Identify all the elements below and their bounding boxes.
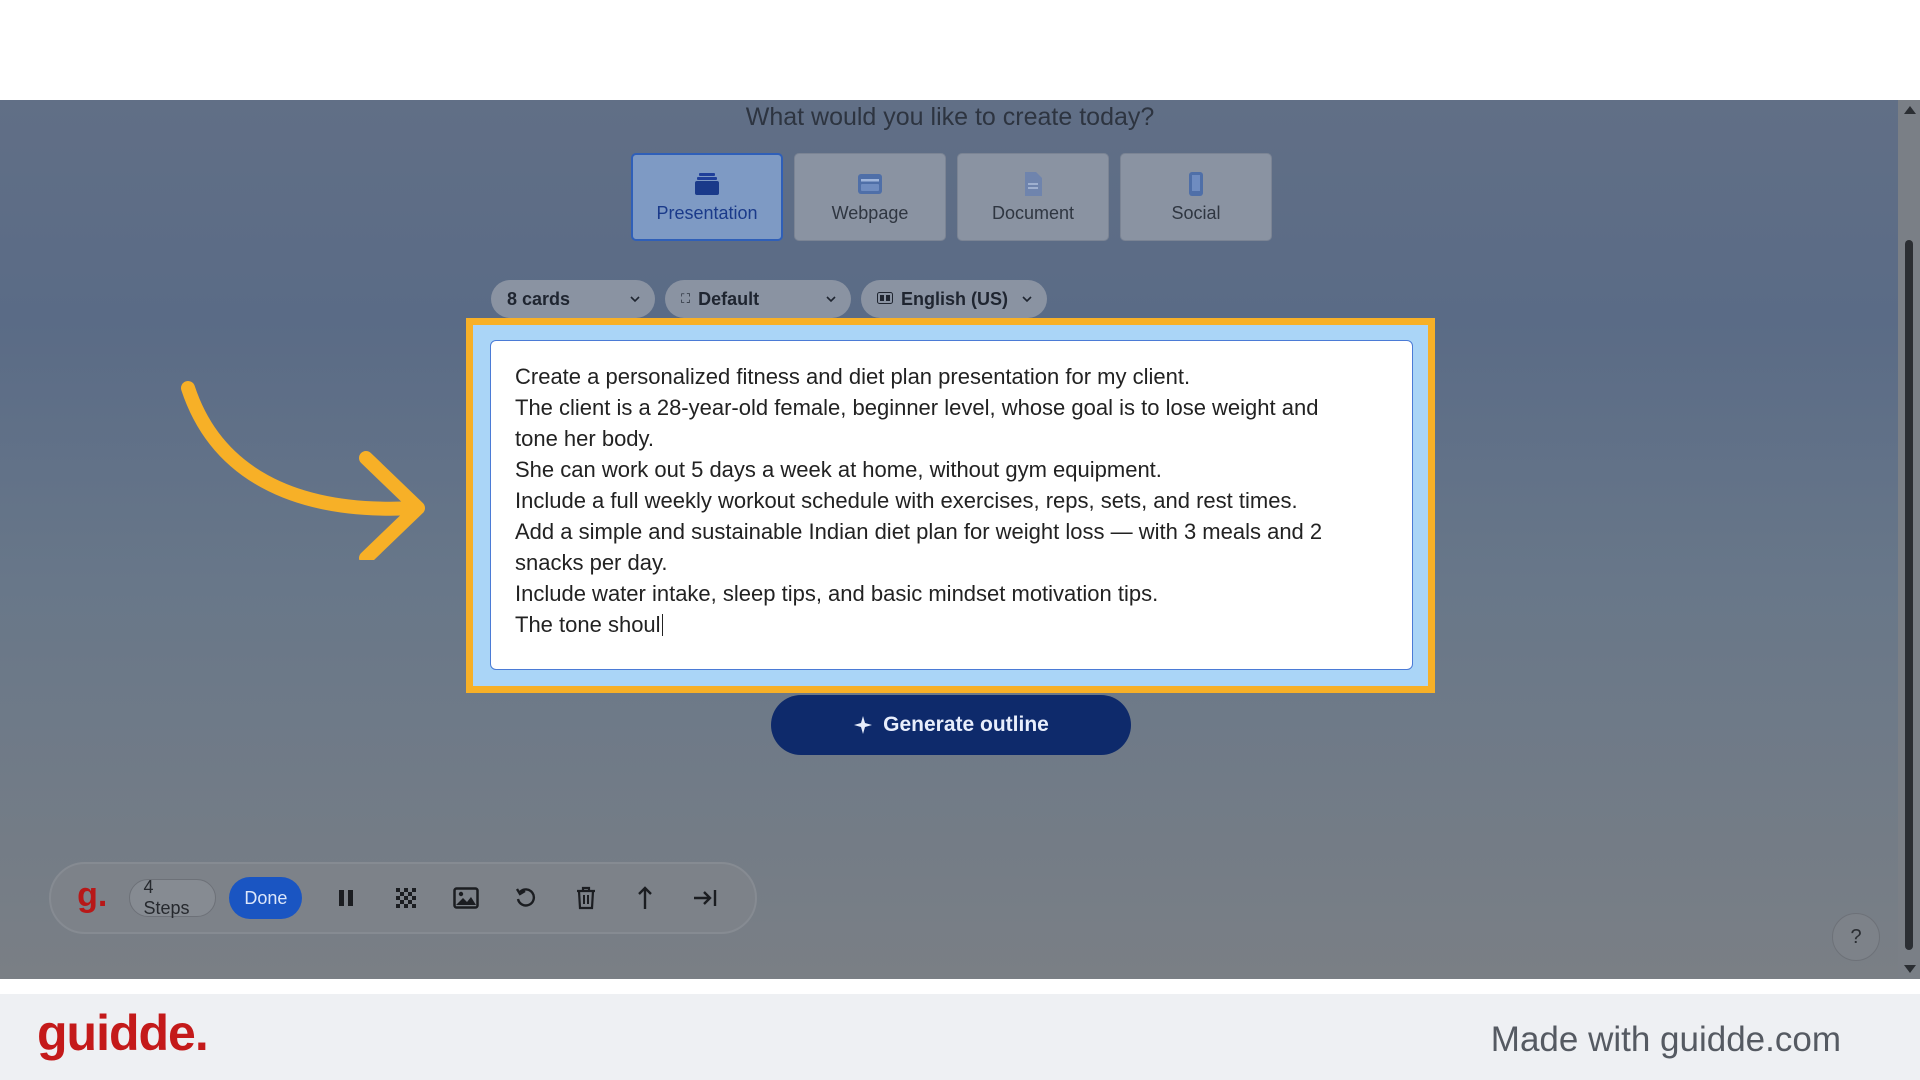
document-icon <box>1020 171 1046 197</box>
phone-icon <box>1183 171 1209 197</box>
presentation-icon <box>694 171 720 197</box>
prompt-line: Include a full weekly workout schedule w… <box>515 488 1298 513</box>
theme-select[interactable]: ⛶ Default <box>665 280 851 318</box>
generate-outline-button[interactable]: Generate outline <box>771 695 1131 755</box>
tab-presentation[interactable]: Presentation <box>631 153 783 241</box>
guidde-brand-logo: guidde. <box>37 1005 209 1061</box>
steps-count-badge[interactable]: 4 Steps <box>129 877 217 918</box>
language-select[interactable]: English (US) <box>861 280 1047 318</box>
prompt-line: She can work out 5 days a week at home, … <box>515 457 1162 482</box>
card-count-select[interactable]: 8 cards <box>491 280 655 318</box>
scrollbar-thumb[interactable] <box>1905 240 1913 950</box>
pause-icon[interactable] <box>316 874 376 922</box>
footer-bar: guidde. Made with guidde.com <box>0 994 1920 1080</box>
prompt-textarea[interactable]: Create a personalized fitness and diet p… <box>490 340 1413 670</box>
tab-social[interactable]: Social <box>1120 153 1272 241</box>
top-blank-area <box>0 0 1920 100</box>
language-value: English (US) <box>901 288 1008 309</box>
prompt-line: Create a personalized fitness and diet p… <box>515 364 1191 389</box>
prompt-line: Include water intake, sleep tips, and ba… <box>515 581 1159 606</box>
sparkle-icon <box>854 716 873 734</box>
pointer-arrow-icon <box>181 381 425 560</box>
dimensions-icon: ⛶ <box>681 291 691 306</box>
content-type-tabs: Presentation Webpage Document Social <box>631 153 1272 241</box>
theme-value: Default <box>698 288 760 309</box>
upload-icon[interactable] <box>615 874 675 922</box>
generation-options: 8 cards ⛶ Default English (US) <box>491 280 1047 318</box>
app-viewport: What would you like to create today? Pre… <box>0 100 1920 979</box>
done-button[interactable]: Done <box>229 877 303 919</box>
undo-icon[interactable] <box>496 874 556 922</box>
trash-icon[interactable] <box>556 874 616 922</box>
tab-webpage[interactable]: Webpage <box>794 153 946 241</box>
image-icon[interactable] <box>436 874 496 922</box>
vertical-scrollbar[interactable] <box>1898 100 1920 979</box>
prompt-line: snacks per day. <box>515 550 668 575</box>
tab-label: Social <box>1171 202 1221 223</box>
prompt-line: Add a simple and sustainable Indian diet… <box>515 519 1323 544</box>
help-button[interactable]: ? <box>1832 913 1880 961</box>
tab-label: Presentation <box>656 202 758 223</box>
tab-document[interactable]: Document <box>957 153 1109 241</box>
chevron-down-icon <box>630 296 640 303</box>
blur-icon[interactable] <box>376 874 436 922</box>
made-with-text: Made with guidde.com <box>1490 1020 1841 1059</box>
tab-label: Document <box>991 202 1075 223</box>
chevron-down-icon <box>826 296 836 303</box>
skip-icon[interactable] <box>675 874 735 922</box>
generate-outline-label: Generate outline <box>883 713 1049 736</box>
language-icon <box>877 291 893 307</box>
recorder-toolbar: g. 4 Steps Done <box>49 862 757 934</box>
card-count-value: 8 cards <box>507 288 571 309</box>
scroll-down-icon[interactable] <box>1904 965 1916 973</box>
page-title: What would you like to create today? <box>745 103 1155 131</box>
prompt-line: The tone shoul <box>515 609 1388 640</box>
scroll-up-icon[interactable] <box>1904 106 1916 114</box>
prompt-line: The client is a 28-year-old female, begi… <box>515 395 1319 420</box>
guidde-logo-icon: g. <box>77 875 108 914</box>
tab-label: Webpage <box>831 202 909 223</box>
chevron-down-icon <box>1022 296 1032 303</box>
webpage-icon <box>857 171 883 197</box>
prompt-line: tone her body. <box>515 426 655 451</box>
